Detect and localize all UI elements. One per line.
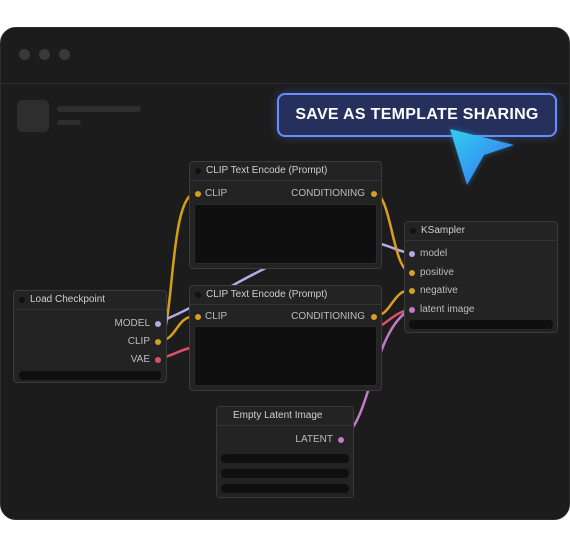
positive-input-port[interactable]	[409, 270, 415, 276]
node-title: Empty Latent Image	[233, 410, 323, 421]
model-input-port[interactable]	[409, 251, 415, 257]
clip-input-label: CLIP	[205, 188, 228, 199]
prompt-textarea[interactable]	[194, 204, 377, 264]
positive-input-label: positive	[420, 267, 454, 278]
vae-output-label: VAE	[130, 354, 150, 365]
prompt-textarea[interactable]	[194, 326, 377, 386]
conditioning-output-port[interactable]	[371, 191, 377, 197]
node-collapse-dot[interactable]	[195, 292, 201, 298]
conditioning-output-label: CONDITIONING	[291, 188, 365, 199]
latent-output-port[interactable]	[338, 437, 344, 443]
node-title: CLIP Text Encode (Prompt)	[206, 165, 328, 176]
conditioning-output-port[interactable]	[371, 314, 377, 320]
checkpoint-selector[interactable]	[19, 371, 161, 380]
conditioning-output-label: CONDITIONING	[291, 311, 365, 322]
node-collapse-dot[interactable]	[410, 228, 416, 234]
node-collapse-dot[interactable]	[19, 297, 25, 303]
height-widget[interactable]	[221, 469, 349, 478]
latent-image-input-port[interactable]	[409, 307, 415, 313]
node-ksampler[interactable]: KSampler model positive negative latent …	[404, 221, 558, 333]
node-title: Load Checkpoint	[30, 294, 106, 305]
node-clip-text-encode-top[interactable]: CLIP Text Encode (Prompt) CLIP CONDITION…	[189, 161, 382, 269]
node-title: KSampler	[421, 225, 465, 236]
cursor-arrow-icon	[450, 129, 514, 185]
model-output-label: MODEL	[114, 318, 150, 329]
node-collapse-dot[interactable]	[195, 168, 201, 174]
node-clip-text-encode-bottom[interactable]: CLIP Text Encode (Prompt) CLIP CONDITION…	[189, 285, 382, 391]
clip-output-label: CLIP	[127, 336, 150, 347]
negative-input-port[interactable]	[409, 288, 415, 294]
width-widget[interactable]	[221, 454, 349, 463]
ksampler-widget-bar[interactable]	[409, 320, 553, 329]
clip-input-port[interactable]	[195, 314, 201, 320]
clip-input-label: CLIP	[205, 311, 228, 322]
clip-output-port[interactable]	[155, 339, 161, 345]
latent-output-label: LATENT	[295, 434, 333, 445]
node-load-checkpoint[interactable]: Load Checkpoint MODEL CLIP VAE	[13, 290, 167, 383]
model-output-port[interactable]	[155, 321, 161, 327]
node-empty-latent-image[interactable]: Empty Latent Image LATENT	[216, 406, 354, 498]
latent-image-input-label: latent image	[420, 304, 475, 315]
clip-input-port[interactable]	[195, 191, 201, 197]
vae-output-port[interactable]	[155, 357, 161, 363]
negative-input-label: negative	[420, 285, 458, 296]
batch-size-widget[interactable]	[221, 484, 349, 493]
node-title: CLIP Text Encode (Prompt)	[206, 289, 328, 300]
model-input-label: model	[420, 248, 448, 259]
